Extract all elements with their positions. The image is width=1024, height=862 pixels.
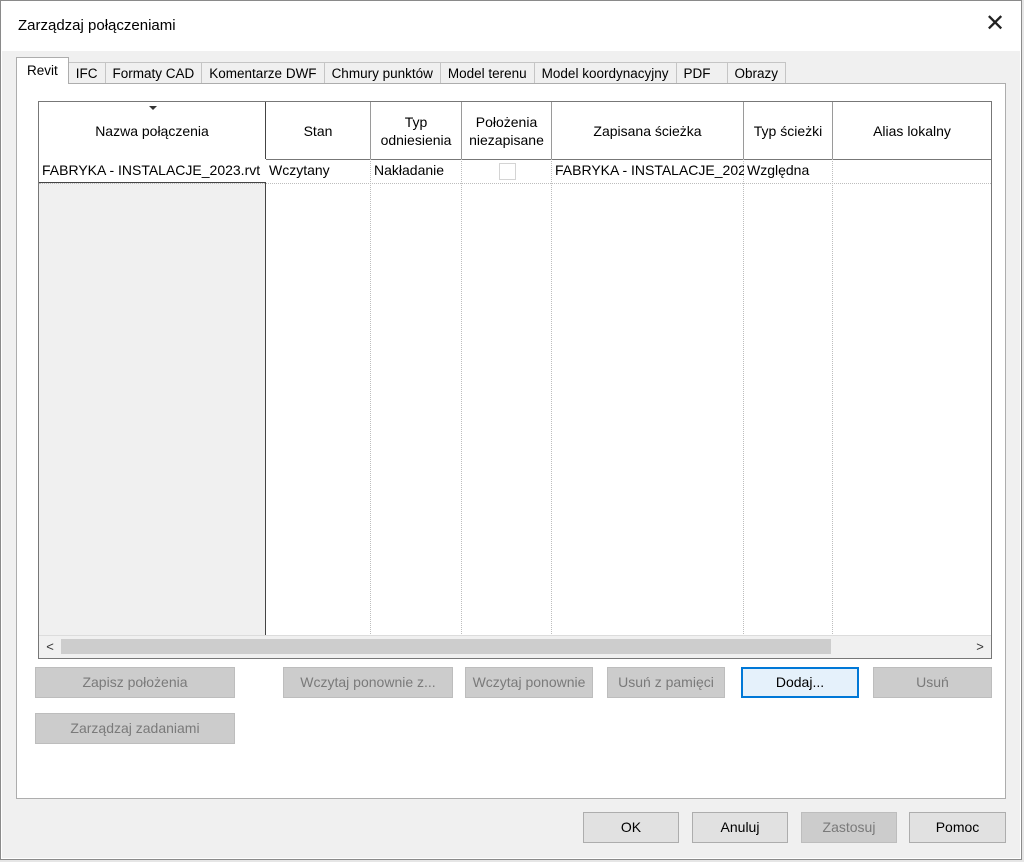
- table-header: Nazwa połączenia Stan Typ odniesienia Po…: [39, 102, 991, 160]
- reload-from-button[interactable]: Wczytaj ponownie z...: [283, 667, 453, 698]
- column-header-local-alias[interactable]: Alias lokalny: [833, 102, 991, 159]
- sort-down-icon: [149, 106, 157, 110]
- help-button[interactable]: Pomoc: [909, 812, 1006, 843]
- reload-button[interactable]: Wczytaj ponownie: [465, 667, 593, 698]
- tab-topography[interactable]: Model terenu: [439, 62, 535, 84]
- title-bar: Zarządzaj połączeniami ✕: [1, 1, 1021, 51]
- scroll-right-icon[interactable]: >: [969, 636, 991, 658]
- column-header-path-type[interactable]: Typ ścieżki: [744, 102, 833, 159]
- dialog-client-area: Revit IFC Formaty CAD Komentarze DWF Chm…: [2, 51, 1020, 858]
- cancel-button[interactable]: Anuluj: [692, 812, 788, 843]
- cell-link-name[interactable]: FABRYKA - INSTALACJE_2023.rvt: [39, 159, 266, 183]
- unload-button[interactable]: Usuń z pamięci: [607, 667, 725, 698]
- dialog-title: Zarządzaj połączeniami: [18, 17, 176, 34]
- column-fill: [552, 159, 744, 636]
- ok-button[interactable]: OK: [583, 812, 679, 843]
- table-row[interactable]: FABRYKA - INSTALACJE_2023.rvt Wczytany N…: [39, 159, 991, 184]
- tab-images[interactable]: Obrazy: [726, 62, 787, 84]
- save-positions-button[interactable]: Zapisz położenia: [35, 667, 235, 698]
- cell-positions-not-saved[interactable]: [462, 159, 552, 183]
- add-button[interactable]: Dodaj...: [741, 667, 859, 698]
- cell-reference-type[interactable]: Nakładanie: [371, 159, 462, 183]
- scroll-left-icon[interactable]: <: [39, 636, 61, 658]
- tab-panel-revit: Nazwa połączenia Stan Typ odniesienia Po…: [16, 83, 1006, 799]
- column-fill: [266, 159, 371, 636]
- table-body: FABRYKA - INSTALACJE_2023.rvt Wczytany N…: [39, 159, 991, 658]
- column-fill: [462, 159, 552, 636]
- column-fill: [371, 159, 462, 636]
- tab-cad-formats[interactable]: Formaty CAD: [104, 62, 203, 84]
- manage-links-dialog: Zarządzaj połączeniami ✕ Revit IFC Forma…: [0, 0, 1022, 860]
- close-icon[interactable]: ✕: [979, 9, 1011, 41]
- tab-pdf[interactable]: PDF: [675, 62, 728, 84]
- tab-revit[interactable]: Revit: [16, 57, 69, 84]
- cell-path-type[interactable]: Względna: [744, 159, 833, 183]
- column-header-positions-not-saved[interactable]: Położenia niezapisane: [462, 102, 552, 159]
- scroll-thumb[interactable]: [61, 639, 831, 654]
- tab-point-clouds[interactable]: Chmury punktów: [323, 62, 441, 84]
- apply-button[interactable]: Zastosuj: [801, 812, 897, 843]
- links-table: Nazwa połączenia Stan Typ odniesienia Po…: [38, 101, 992, 659]
- column-header-saved-path[interactable]: Zapisana ścieżka: [552, 102, 744, 159]
- remove-button[interactable]: Usuń: [873, 667, 992, 698]
- horizontal-scrollbar[interactable]: < >: [39, 635, 991, 658]
- cell-local-alias[interactable]: [833, 159, 991, 183]
- manage-worksets-button[interactable]: Zarządzaj zadaniami: [35, 713, 235, 744]
- row-header-column: [39, 159, 266, 636]
- positions-not-saved-checkbox[interactable]: [498, 163, 516, 180]
- tab-strip: Revit IFC Formaty CAD Komentarze DWF Chm…: [16, 57, 787, 84]
- column-header-link-name[interactable]: Nazwa połączenia: [39, 102, 266, 159]
- column-header-reference-type[interactable]: Typ odniesienia: [371, 102, 462, 159]
- tab-coordination-model[interactable]: Model koordynacyjny: [533, 62, 677, 84]
- cell-saved-path[interactable]: FABRYKA - INSTALACJE_2023.rvt: [552, 159, 744, 183]
- column-fill: [744, 159, 833, 636]
- column-header-status[interactable]: Stan: [266, 102, 371, 159]
- cell-status[interactable]: Wczytany: [266, 159, 371, 183]
- tab-dwf-markups[interactable]: Komentarze DWF: [201, 62, 325, 84]
- tab-ifc[interactable]: IFC: [67, 62, 106, 84]
